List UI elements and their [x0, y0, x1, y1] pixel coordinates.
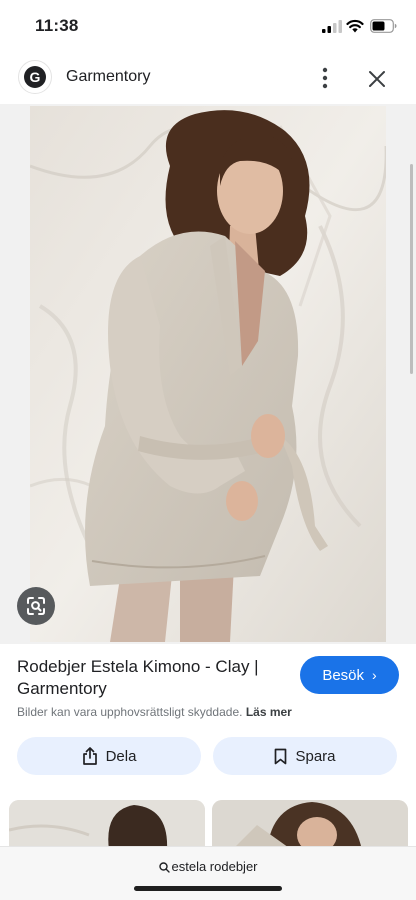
status-time: 11:38: [35, 16, 79, 35]
home-indicator[interactable]: [134, 886, 282, 891]
related-image-thumbnail[interactable]: [212, 800, 408, 850]
site-favicon-letter: G: [24, 66, 46, 88]
viewer-scrollbar[interactable]: [410, 164, 413, 374]
related-image-thumbnail[interactable]: [9, 800, 205, 850]
result-title-line1: Rodebjer Estela Kimono - Clay |: [17, 657, 259, 676]
result-header: G Garmentory: [0, 54, 416, 104]
save-button[interactable]: Spara: [213, 737, 397, 775]
more-options-icon[interactable]: [315, 65, 335, 91]
result-title[interactable]: Rodebjer Estela Kimono - Clay | Garmento…: [17, 656, 287, 700]
product-photo[interactable]: [30, 106, 386, 642]
copyright-notice: Bilder kan vara upphovsrättsligt skyddad…: [17, 705, 292, 719]
site-name[interactable]: Garmentory: [66, 68, 150, 86]
battery-icon: [370, 19, 397, 33]
save-button-label: Spara: [295, 747, 336, 765]
copyright-text: Bilder kan vara upphovsrättsligt skyddad…: [17, 705, 243, 719]
bookmark-icon: [275, 748, 287, 764]
learn-more-link[interactable]: Läs mer: [246, 705, 292, 719]
share-button[interactable]: Dela: [17, 737, 201, 775]
bottom-search-bar: estela rodebjer: [0, 846, 416, 900]
share-icon: [82, 747, 97, 765]
visit-button-label: Besök: [322, 666, 365, 684]
kimono-photo-illustration: [30, 106, 386, 642]
search-icon: [158, 862, 170, 873]
image-viewer: [0, 104, 416, 644]
visit-button[interactable]: Besök ›: [300, 656, 399, 694]
status-bar: 11:38: [0, 0, 416, 54]
lens-icon: [27, 597, 45, 615]
related-image-1: [9, 800, 205, 850]
result-title-line2: Garmentory: [17, 679, 107, 698]
wifi-icon: [346, 19, 364, 33]
related-image-2: [212, 800, 408, 850]
site-favicon: G: [18, 60, 52, 94]
share-button-label: Dela: [105, 747, 137, 765]
search-query-text: estela rodebjer: [171, 859, 258, 874]
chevron-right-icon: ›: [372, 667, 377, 683]
close-icon[interactable]: [365, 67, 389, 91]
search-query-chip[interactable]: estela rodebjer: [0, 859, 416, 874]
cellular-signal-icon: [322, 20, 342, 33]
google-lens-button[interactable]: [17, 587, 55, 625]
